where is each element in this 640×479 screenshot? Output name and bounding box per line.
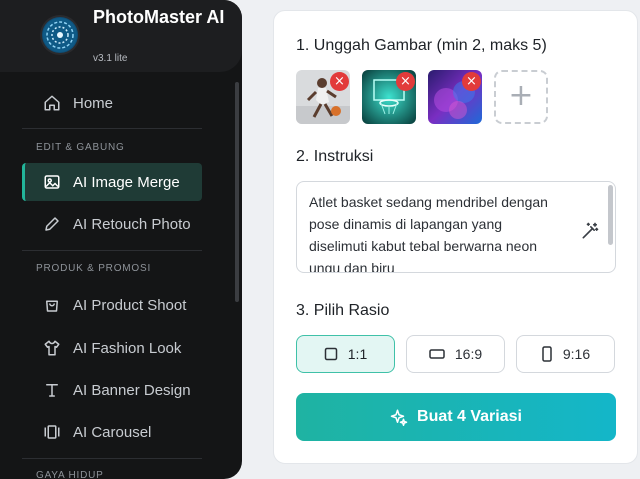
uploaded-image-purple-smoke[interactable]: × [428, 70, 482, 124]
sidebar-item-retouch-photo[interactable]: AI Retouch Photo [22, 205, 202, 243]
sidebar-item-label: Home [73, 94, 114, 112]
remove-image-button[interactable]: × [462, 72, 481, 91]
home-icon [42, 93, 62, 113]
pencil-icon [42, 214, 62, 234]
sidebar-item-banner-design[interactable]: AI Banner Design [22, 371, 202, 409]
sidebar-item-fashion-look[interactable]: AI Fashion Look [22, 329, 202, 367]
landscape-icon [429, 348, 445, 360]
sidebar-divider [22, 250, 202, 251]
ratio-option-9-16[interactable]: 9:16 [516, 335, 615, 373]
generate-variations-button[interactable]: Buat 4 Variasi [296, 393, 616, 441]
brand-header: PhotoMaster AI v3.1 lite [0, 0, 242, 72]
magic-wand-icon[interactable] [580, 221, 600, 246]
sidebar-item-product-shoot[interactable]: AI Product Shoot [22, 286, 202, 324]
upload-heading: 1. Unggah Gambar (min 2, maks 5) [296, 37, 547, 54]
app-title: PhotoMaster AI [93, 7, 225, 27]
sidebar-item-label: AI Product Shoot [73, 296, 187, 314]
sidebar-divider [22, 128, 202, 129]
ratio-label: 16:9 [454, 346, 483, 362]
ratio-option-1-1[interactable]: 1:1 [296, 335, 395, 373]
instructions-heading: 2. Instruksi [296, 148, 374, 165]
portrait-icon [541, 346, 553, 362]
ratio-label: 1:1 [347, 346, 368, 362]
instructions-text: Atlet basket sedang mendribel dengan pos… [309, 194, 548, 273]
instructions-textarea[interactable]: Atlet basket sedang mendribel dengan pos… [296, 181, 616, 273]
remove-image-button[interactable]: × [330, 72, 349, 91]
square-icon [324, 347, 338, 361]
text-icon [42, 380, 62, 400]
ratio-option-16-9[interactable]: 16:9 [406, 335, 505, 373]
sidebar-item-image-merge[interactable]: AI Image Merge [22, 163, 202, 201]
sidebar-item-carousel[interactable]: AI Carousel [22, 413, 202, 451]
sidebar-item-label: AI Fashion Look [73, 339, 182, 357]
sidebar-item-label: AI Retouch Photo [73, 215, 191, 233]
app-version: v3.1 lite [93, 53, 128, 64]
sidebar-item-label: AI Banner Design [73, 381, 191, 399]
sidebar-item-label: AI Carousel [73, 423, 152, 441]
uploaded-image-neon-hoop[interactable]: × [362, 70, 416, 124]
add-image-button[interactable]: + [494, 70, 548, 124]
textarea-scrollbar[interactable] [608, 185, 613, 245]
ratio-label: 9:16 [562, 346, 591, 362]
section-label-gaya-hidup: GAYA HIDUP [36, 470, 104, 479]
sidebar-scrollbar[interactable] [235, 82, 239, 302]
ratio-heading: 3. Pilih Rasio [296, 302, 390, 319]
sidebar-divider [22, 458, 202, 459]
shopping-bag-icon [42, 295, 62, 315]
section-label-edit: EDIT & GABUNG [36, 142, 125, 153]
sidebar: PhotoMaster AI v3.1 lite Home EDIT & GAB… [0, 0, 242, 479]
carousel-icon [42, 422, 62, 442]
section-label-produk: PRODUK & PROMOSI [36, 263, 152, 274]
sidebar-item-home[interactable]: Home [22, 84, 202, 122]
image-icon [42, 172, 62, 192]
sparkles-icon [390, 408, 408, 426]
generate-button-label: Buat 4 Variasi [417, 408, 522, 425]
sidebar-item-label: AI Image Merge [73, 173, 180, 191]
shirt-icon [42, 338, 62, 358]
merge-panel: 1. Unggah Gambar (min 2, maks 5) × × × +… [273, 10, 638, 464]
remove-image-button[interactable]: × [396, 72, 415, 91]
logo-icon [42, 17, 78, 53]
uploaded-image-basketball-player[interactable]: × [296, 70, 350, 124]
